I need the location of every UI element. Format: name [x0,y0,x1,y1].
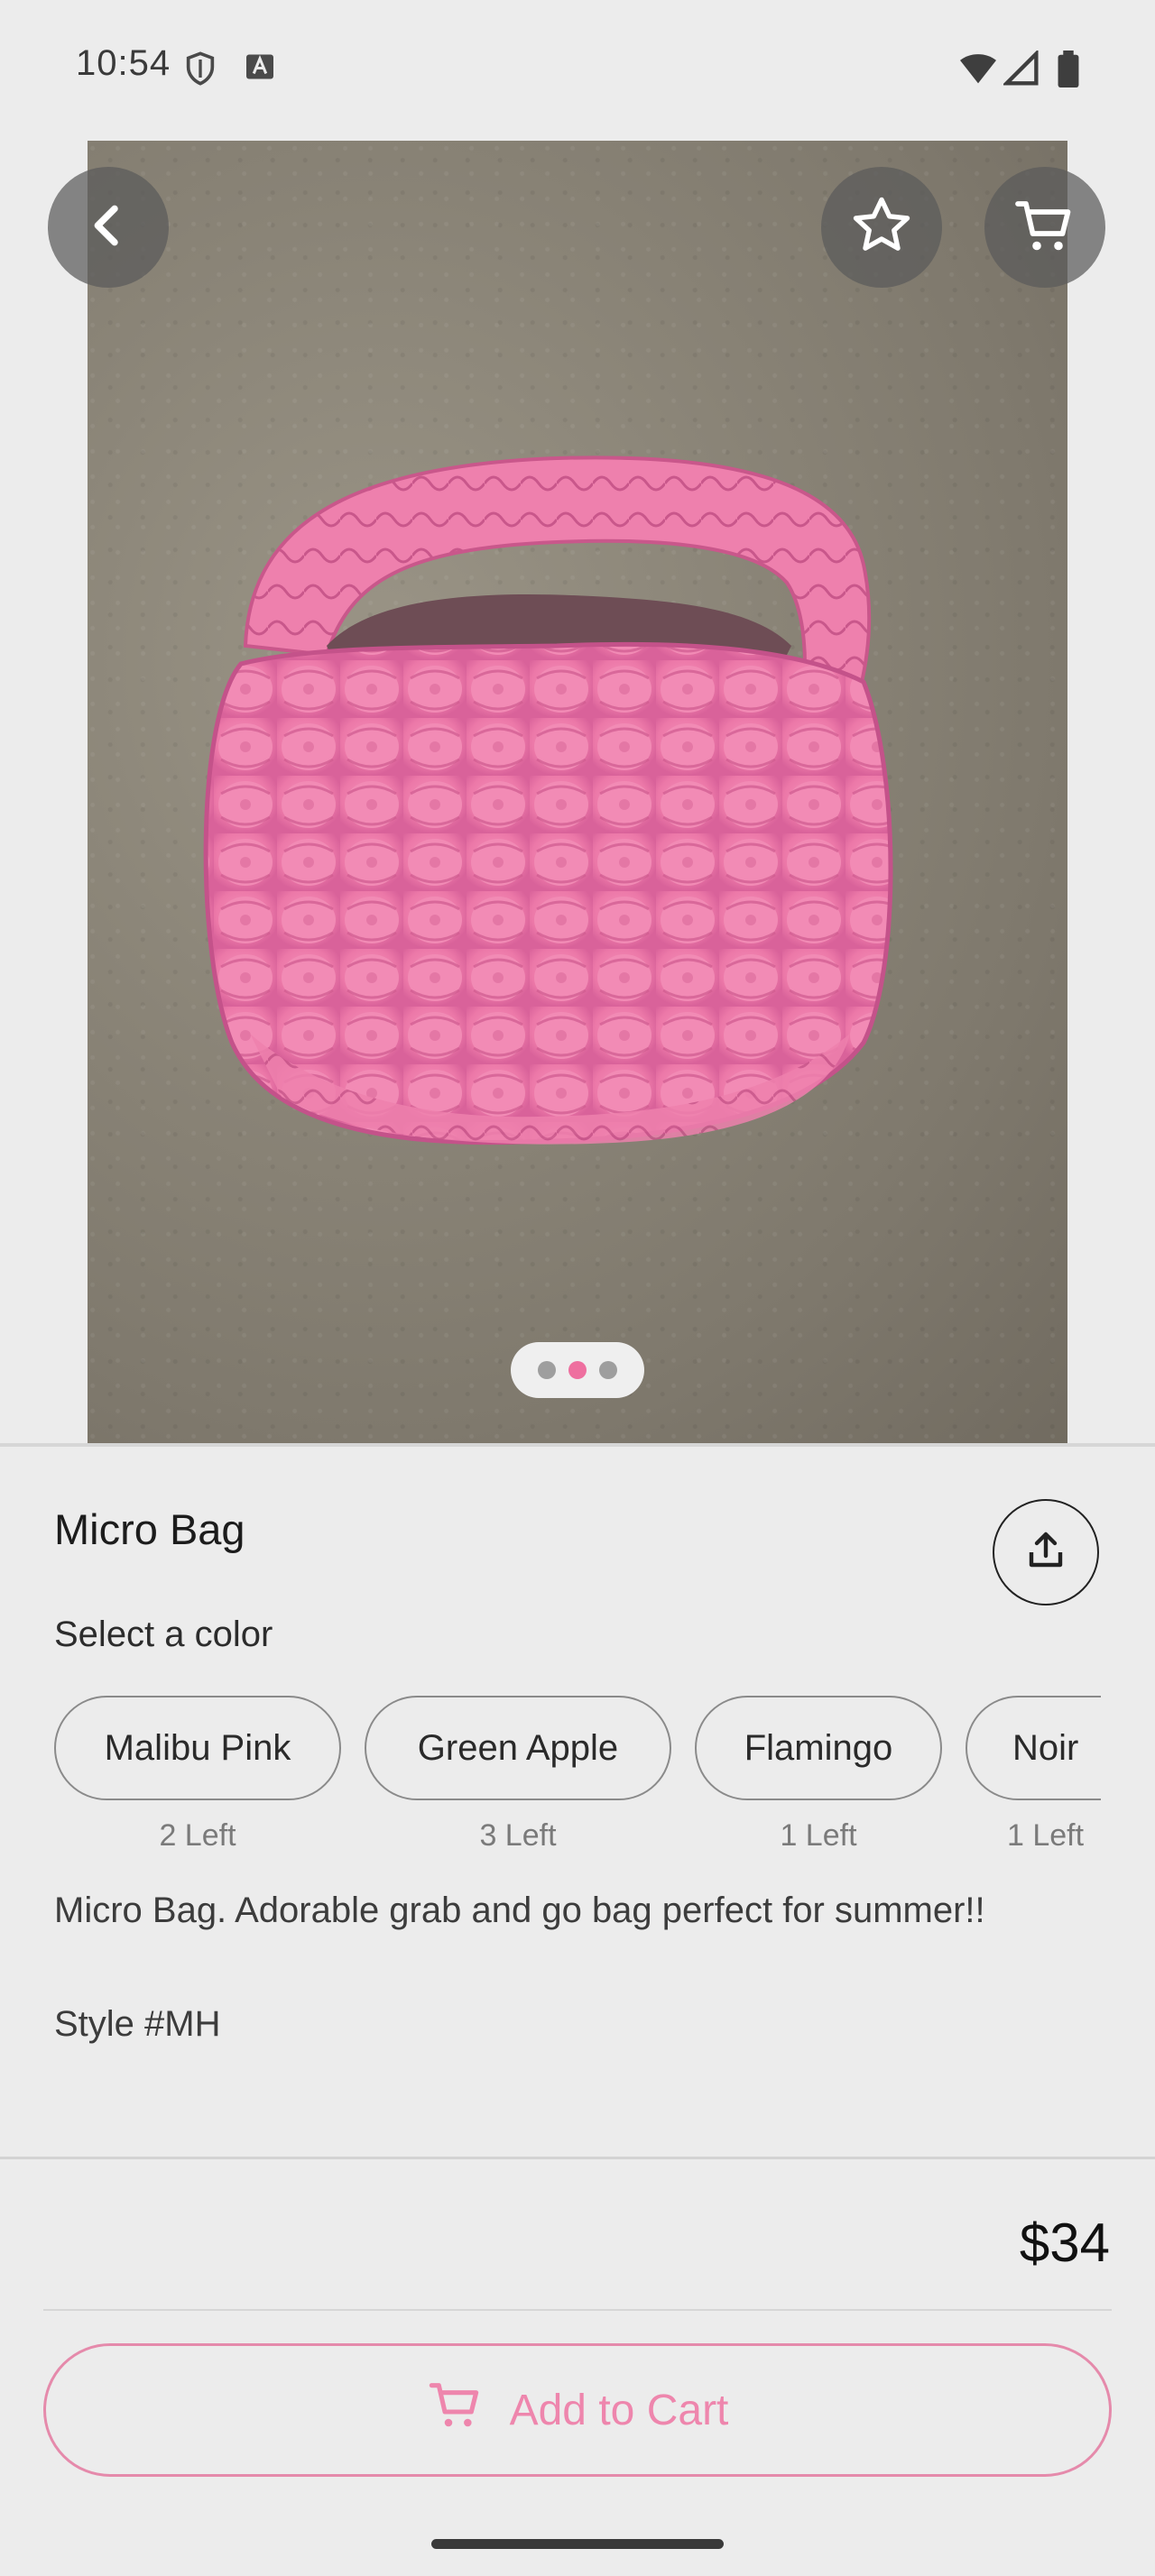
battery-icon [1056,51,1081,93]
select-color-label: Select a color [54,1615,273,1654]
stock-count: 2 Left [159,1818,236,1853]
stock-count: 1 Left [1007,1818,1085,1853]
stock-count: 1 Left [780,1818,857,1853]
bag-illustration [203,455,893,1145]
cart-button[interactable] [984,167,1105,288]
carousel-dot[interactable] [599,1361,617,1379]
wifi-icon [958,51,998,91]
share-icon [1024,1529,1067,1577]
add-to-cart-button[interactable]: Add to Cart [43,2343,1112,2477]
chip-label: Malibu Pink [104,1727,291,1768]
price: $34 [1019,2213,1110,2273]
color-chip-green-apple[interactable]: Green Apple [365,1696,671,1800]
star-icon [849,193,914,262]
carousel-dot[interactable] [538,1361,556,1379]
favorite-button[interactable] [821,167,942,288]
cart-icon [427,2376,485,2444]
product-title: Micro Bag [54,1505,245,1553]
status-bar: 10:54 [0,0,1155,135]
chip-label: Green Apple [417,1727,619,1768]
carousel-indicator [511,1342,644,1398]
shield-icon [182,51,218,91]
chip-clip: Noir [966,1696,1101,1800]
add-to-cart-label: Add to Cart [509,2386,729,2434]
cart-icon [1012,193,1077,262]
divider [0,1443,1155,1447]
divider [43,2309,1112,2311]
product-description: Micro Bag. Adorable grab and go bag perf… [54,1891,985,1930]
signal-icon [1002,49,1040,91]
share-button[interactable] [993,1499,1099,1605]
stock-count: 3 Left [479,1818,557,1853]
product-photo[interactable] [88,141,1067,1443]
chip-label: Noir [1012,1727,1079,1768]
home-indicator[interactable] [431,2539,724,2549]
chip-label: Flamingo [744,1727,893,1768]
color-chip-flamingo[interactable]: Flamingo [695,1696,942,1800]
back-button[interactable] [48,167,169,288]
font-icon [244,51,276,87]
chevron-left-icon [83,200,134,255]
status-time: 10:54 [76,43,171,83]
divider [0,2157,1155,2159]
carousel-dot-active[interactable] [568,1361,587,1379]
style-number: Style #MH [54,2004,221,2044]
color-chip-malibu-pink[interactable]: Malibu Pink [54,1696,341,1800]
color-chip-noir[interactable]: Noir [966,1696,1101,1800]
